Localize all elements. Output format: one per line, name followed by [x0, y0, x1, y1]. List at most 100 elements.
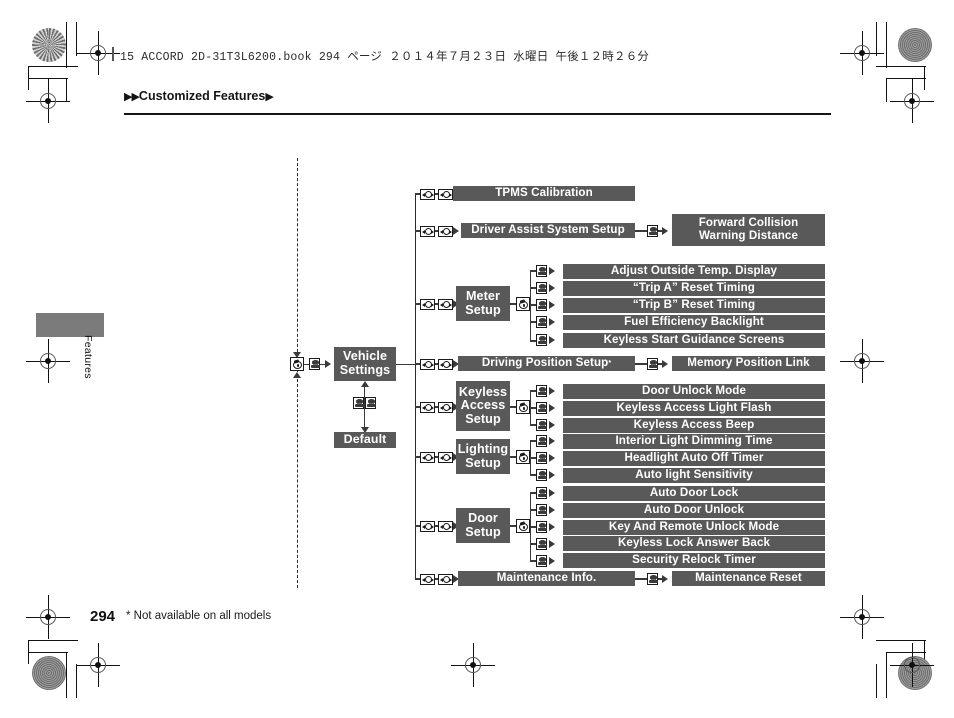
node-label: Default: [343, 432, 387, 447]
footnote-text: * Not available on all models: [126, 610, 272, 622]
node-trip-b-reset-timing[interactable]: “Trip B” Reset Timing: [563, 298, 825, 313]
enter-button-icon: [536, 385, 547, 397]
enter-button-icon: [536, 282, 547, 294]
node-maintenance-info[interactable]: Maintenance Info.: [458, 571, 635, 586]
enter-button-icon: [647, 358, 658, 370]
node-label: Door Unlock Mode: [641, 384, 746, 398]
enter-button-icon: [365, 397, 376, 409]
arrow-icon: [549, 387, 555, 395]
rotate-select-icon: [420, 358, 435, 370]
node-label: Maintenance Reset: [695, 571, 802, 585]
rotate-select-icon: [420, 451, 435, 463]
node-label: Fuel Efficiency Backlight: [624, 315, 764, 329]
arrow-icon: [549, 404, 555, 412]
arrow-icon: [292, 372, 301, 378]
manual-page: 15 ACCORD 2D-31T3L6200.book 294 ページ ２０１４…: [0, 0, 954, 718]
node-label: TPMS Calibration: [495, 186, 593, 200]
enter-button-icon: [536, 538, 547, 550]
enter-button-icon: [647, 225, 658, 237]
rotate-select-icon: [420, 188, 435, 200]
rotate-select-icon: [420, 520, 435, 532]
arrow-icon: [549, 421, 555, 429]
enter-button-icon: [536, 299, 547, 311]
node-label: Security Relock Timer: [632, 553, 756, 567]
node-keyless-access-light-flash[interactable]: Keyless Access Light Flash: [563, 401, 825, 416]
node-auto-light-sensitivity[interactable]: Auto light Sensitivity: [563, 468, 825, 483]
node-forward-collision-warning-distance[interactable]: Forward Collision Warning Distance: [672, 214, 825, 246]
enter-button-icon: [536, 419, 547, 431]
arrow-icon: [549, 454, 555, 462]
arrow-icon: [453, 227, 459, 235]
enter-button-icon: [536, 452, 547, 464]
arrow-icon: [662, 575, 668, 583]
node-door-unlock-mode[interactable]: Door Unlock Mode: [563, 384, 825, 399]
node-label: Adjust Outside Temp. Display: [610, 264, 778, 278]
enter-button-icon: [353, 397, 364, 409]
enter-button-icon: [536, 265, 547, 277]
enter-button-icon: [536, 435, 547, 447]
node-interior-light-dimming-time[interactable]: Interior Light Dimming Time: [563, 434, 825, 449]
arrow-icon: [549, 301, 555, 309]
node-keyless-access-setup[interactable]: Keyless Access Setup: [456, 381, 510, 431]
arrow-icon: [549, 471, 555, 479]
enter-button-icon: [536, 469, 547, 481]
node-keyless-access-beep[interactable]: Keyless Access Beep: [563, 418, 825, 433]
selector-dial-icon: [516, 519, 530, 533]
rotate-select-icon: [438, 298, 453, 310]
selector-dial-icon: [290, 357, 304, 371]
enter-button-icon: [647, 573, 658, 585]
node-trip-a-reset-timing[interactable]: “Trip A” Reset Timing: [563, 281, 825, 296]
node-keyless-start-guidance-screens[interactable]: Keyless Start Guidance Screens: [563, 333, 825, 348]
node-meter-setup[interactable]: Meter Setup: [456, 286, 510, 321]
enter-button-icon: [536, 334, 547, 346]
enter-button-icon: [536, 555, 547, 567]
node-label: Headlight Auto Off Timer: [624, 451, 764, 465]
main-trunk: [415, 193, 417, 580]
node-label: Interior Light Dimming Time: [615, 434, 773, 448]
enter-button-icon: [536, 504, 547, 516]
arrow-icon: [549, 540, 555, 548]
node-vehicle-settings[interactable]: Vehicle Settings: [334, 347, 396, 381]
node-keyless-lock-answer-back[interactable]: Keyless Lock Answer Back: [563, 536, 825, 551]
node-label: Auto light Sensitivity: [635, 468, 753, 482]
rotate-select-icon: [438, 520, 453, 532]
node-auto-door-unlock[interactable]: Auto Door Unlock: [563, 503, 825, 518]
node-auto-door-lock[interactable]: Auto Door Lock: [563, 486, 825, 501]
node-label: Meter Setup: [465, 288, 501, 317]
rotate-select-icon: [420, 573, 435, 585]
rotate-select-icon: [420, 298, 435, 310]
node-label: Driving Position Setup: [481, 356, 609, 370]
node-label: “Trip A” Reset Timing: [633, 281, 755, 295]
connector: [635, 230, 647, 232]
node-label: Auto Door Unlock: [643, 503, 745, 517]
node-driver-assist-system-setup[interactable]: Driver Assist System Setup: [461, 223, 635, 238]
node-security-relock-timer[interactable]: Security Relock Timer: [563, 553, 825, 568]
node-fuel-efficiency-backlight[interactable]: Fuel Efficiency Backlight: [563, 315, 825, 330]
node-door-setup[interactable]: Door Setup: [456, 508, 510, 543]
node-memory-position-link[interactable]: Memory Position Link: [672, 356, 825, 371]
selector-dial-icon: [516, 450, 530, 464]
node-default[interactable]: Default: [334, 432, 396, 448]
arrow-icon: [549, 557, 555, 565]
arrow-icon: [549, 267, 555, 275]
arrow-icon: [549, 284, 555, 292]
node-label: Auto Door Lock: [649, 486, 739, 500]
connector: [635, 363, 647, 365]
node-label: Key And Remote Unlock Mode: [608, 520, 780, 534]
arrow-icon: [549, 437, 555, 445]
node-driving-position-setup[interactable]: Driving Position Setup *: [458, 356, 635, 371]
arrow-icon: [549, 336, 555, 344]
node-lighting-setup[interactable]: Lighting Setup: [456, 439, 510, 474]
selector-dial-icon: [516, 297, 530, 311]
node-maintenance-reset[interactable]: Maintenance Reset: [672, 571, 825, 586]
node-label: Keyless Start Guidance Screens: [603, 333, 785, 347]
node-tpms-calibration[interactable]: TPMS Calibration: [453, 186, 635, 201]
node-label: Driver Assist System Setup: [471, 223, 625, 237]
connector: [530, 270, 532, 342]
node-label: Keyless Access Light Flash: [616, 401, 772, 415]
node-key-and-remote-unlock-mode[interactable]: Key And Remote Unlock Mode: [563, 520, 825, 535]
node-headlight-auto-off-timer[interactable]: Headlight Auto Off Timer: [563, 451, 825, 466]
arrow-icon: [325, 360, 331, 368]
node-adjust-outside-temp-display[interactable]: Adjust Outside Temp. Display: [563, 264, 825, 279]
arrow-icon: [662, 360, 668, 368]
